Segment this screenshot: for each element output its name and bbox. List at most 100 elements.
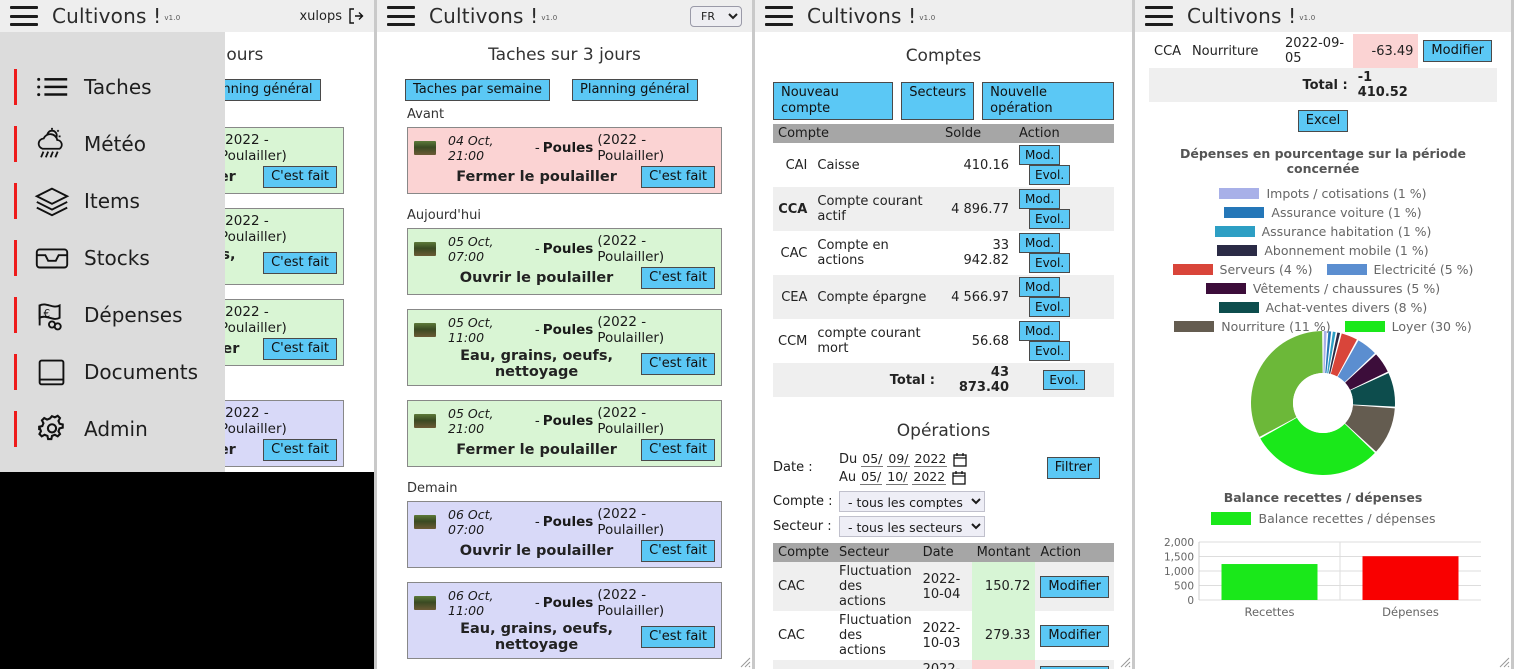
table-row[interactable]: CCA Serveurs 2022-10-03 -31.18 Modifier (773, 660, 1114, 669)
task-done-button[interactable]: C'est fait (263, 439, 337, 461)
task-card[interactable]: 05 Oct, 11:00 - Poules (2022 - Poulaille… (407, 309, 722, 386)
legend-item[interactable]: Achat-ventes divers (8 %) (1155, 300, 1491, 315)
drawer-item-depenses[interactable]: € Dépenses (0, 286, 225, 343)
task-card[interactable]: 05 Oct, 07:00 - Poules (2022 - Poulaille… (407, 228, 722, 295)
date-to-year[interactable]: 2022 (912, 469, 947, 485)
btn-evolution-total[interactable]: Evol. (1043, 370, 1085, 390)
date-to-day[interactable]: 05/ (860, 469, 883, 485)
calendar-icon[interactable] (953, 452, 967, 467)
legend-item[interactable]: Assurance habitation (1 %) (1155, 224, 1491, 239)
menu-burger-icon[interactable] (387, 6, 415, 26)
drawer-accent-bar (14, 68, 17, 105)
menu-burger-icon[interactable] (10, 6, 38, 26)
date-to-group[interactable]: Au 05/ 10/ 2022 (839, 469, 967, 485)
menu-burger-icon[interactable] (765, 6, 793, 26)
btn-evolution-account[interactable]: Evol. (1029, 297, 1071, 317)
task-done-button[interactable]: C'est fait (641, 540, 715, 562)
task-done-button[interactable]: C'est fait (641, 353, 715, 375)
bar-chart: 0 500 1,000 1,500 2,000 Recettes Dépenses (1149, 528, 1497, 620)
table-row[interactable]: CAI Caisse 410.16 Mod. Evol. (773, 143, 1114, 187)
legend-item[interactable]: Electricité (5 %) (1326, 262, 1473, 277)
task-done-button[interactable]: C'est fait (263, 166, 337, 188)
panel-resize-handle[interactable] (1119, 656, 1131, 668)
account-actions: Mod. Evol. (1014, 319, 1114, 363)
task-line-1: 05 Oct, 21:00 - Poules (2022 - Poulaille… (414, 405, 715, 437)
pie-chart-legend: Impots / cotisations (1 %) Assurance voi… (1149, 186, 1497, 334)
drawer-item-taches[interactable]: Taches (0, 58, 225, 115)
drawer-item-admin[interactable]: Admin (0, 400, 225, 457)
legend-item[interactable]: Abonnement mobile (1 %) (1155, 243, 1491, 258)
panel-resize-handle[interactable] (739, 656, 751, 668)
menu-burger-icon[interactable] (1145, 6, 1173, 26)
btn-new-operation[interactable]: Nouvelle opération (982, 82, 1114, 120)
account-code: CAC (780, 245, 808, 261)
table-row[interactable]: CAC Fluctuation des actions 2022-10-04 1… (773, 562, 1114, 611)
legend-item[interactable]: Vêtements / chaussures (5 %) (1155, 281, 1491, 296)
table-row[interactable]: CCM compte courant mort 56.68 Mod. Evol. (773, 319, 1114, 363)
sector-filter-select[interactable]: - tous les secteurs - (839, 516, 985, 537)
task-card[interactable]: 04 Oct, 21:00 - Poules (2022 - Poulaille… (407, 127, 722, 194)
donut-hole (1293, 373, 1353, 433)
date-from-month[interactable]: 09/ (887, 451, 910, 467)
btn-modify-account[interactable]: Mod. (1019, 145, 1061, 165)
legend-item[interactable]: Assurance voiture (1 %) (1155, 205, 1491, 220)
account-actions: Mod. Evol. (1014, 231, 1114, 275)
btn-modify-account[interactable]: Mod. (1019, 189, 1061, 209)
btn-sectors[interactable]: Secteurs (901, 82, 975, 120)
btn-evolution-account[interactable]: Evol. (1029, 165, 1071, 185)
legend-item[interactable]: Serveurs (4 %) (1172, 262, 1313, 277)
btn-evolution-account[interactable]: Evol. (1029, 253, 1071, 273)
btn-modify-account[interactable]: Mod. (1019, 233, 1061, 253)
calendar-icon[interactable] (952, 470, 966, 485)
drawer-item-documents[interactable]: Documents (0, 343, 225, 400)
btn-evolution-account[interactable]: Evol. (1029, 209, 1071, 229)
btn-tasks-per-week[interactable]: Taches par semaine (405, 79, 550, 101)
task-name: Poules (542, 140, 594, 156)
btn-modify-account[interactable]: Mod. (1019, 277, 1061, 297)
language-select[interactable]: FR (690, 5, 742, 27)
table-row[interactable]: CCA Nourriture 2022-09-05 -63.49 Modifie… (1149, 34, 1497, 68)
logout-icon[interactable] (348, 8, 364, 24)
btn-modify-operation[interactable]: Modifier (1423, 40, 1492, 62)
drawer-item-meteo[interactable]: Météo (0, 115, 225, 172)
task-done-button[interactable]: C'est fait (263, 252, 337, 274)
task-card[interactable]: 06 Oct, 07:00 - Poules (2022 - Poulaille… (407, 501, 722, 568)
btn-modify-account[interactable]: Mod. (1019, 321, 1061, 341)
btn-evolution-account[interactable]: Evol. (1029, 341, 1071, 361)
btn-filter[interactable]: Filtrer (1046, 457, 1100, 479)
btn-modify-operation[interactable]: Modifier (1040, 624, 1109, 647)
btn-general-planning[interactable]: Planning général (572, 79, 698, 101)
task-done-button[interactable]: C'est fait (641, 267, 715, 289)
bar[interactable] (1221, 564, 1318, 600)
table-row[interactable]: CEA Compte épargne 4 566.97 Mod. Evol. (773, 275, 1114, 319)
task-done-button[interactable]: C'est fait (641, 439, 715, 461)
date-from-group[interactable]: Du 05/ 09/ 2022 (839, 451, 967, 467)
task-card[interactable]: 05 Oct, 21:00 - Poules (2022 - Poulaille… (407, 400, 722, 467)
account-filter-select[interactable]: - tous les comptes - (839, 491, 985, 512)
version-label: v1.0 (541, 14, 558, 22)
btn-modify-operation[interactable]: Modifier (1040, 575, 1109, 598)
task-done-button[interactable]: C'est fait (263, 338, 337, 360)
task-done-button[interactable]: C'est fait (641, 626, 715, 648)
account-name: compte courant mort (817, 326, 921, 356)
excel-button-wrap: Excel (1149, 110, 1497, 132)
bar[interactable] (1362, 556, 1459, 600)
drawer-item-items[interactable]: Items (0, 172, 225, 229)
drawer-label: Items (84, 188, 140, 213)
btn-excel-export[interactable]: Excel (1297, 110, 1349, 132)
task-done-button[interactable]: C'est fait (641, 166, 715, 188)
table-row[interactable]: CAC Fluctuation des actions 2022-10-03 2… (773, 611, 1114, 660)
task-line-1: 06 Oct, 07:00 - Poules (2022 - Poulaille… (414, 506, 715, 538)
legend-item[interactable]: Impots / cotisations (1 %) (1155, 186, 1491, 201)
date-from-day[interactable]: 05/ (861, 451, 884, 467)
date-to-month[interactable]: 10/ (886, 469, 909, 485)
table-row[interactable]: CCA Compte courant actif 4 896.77 Mod. E… (773, 187, 1114, 231)
panel-resize-handle[interactable] (1498, 656, 1510, 668)
drawer-item-stocks[interactable]: Stocks (0, 229, 225, 286)
op-action: Modifier (1418, 34, 1497, 68)
table-row[interactable]: CAC Compte en actions 33 942.82 Mod. Evo… (773, 231, 1114, 275)
task-time: 06 Oct, 11:00 (448, 588, 494, 618)
btn-new-account[interactable]: Nouveau compte (773, 82, 894, 120)
task-card[interactable]: 06 Oct, 11:00 - Poules (2022 - Poulaille… (407, 582, 722, 659)
date-from-year[interactable]: 2022 (913, 451, 948, 467)
